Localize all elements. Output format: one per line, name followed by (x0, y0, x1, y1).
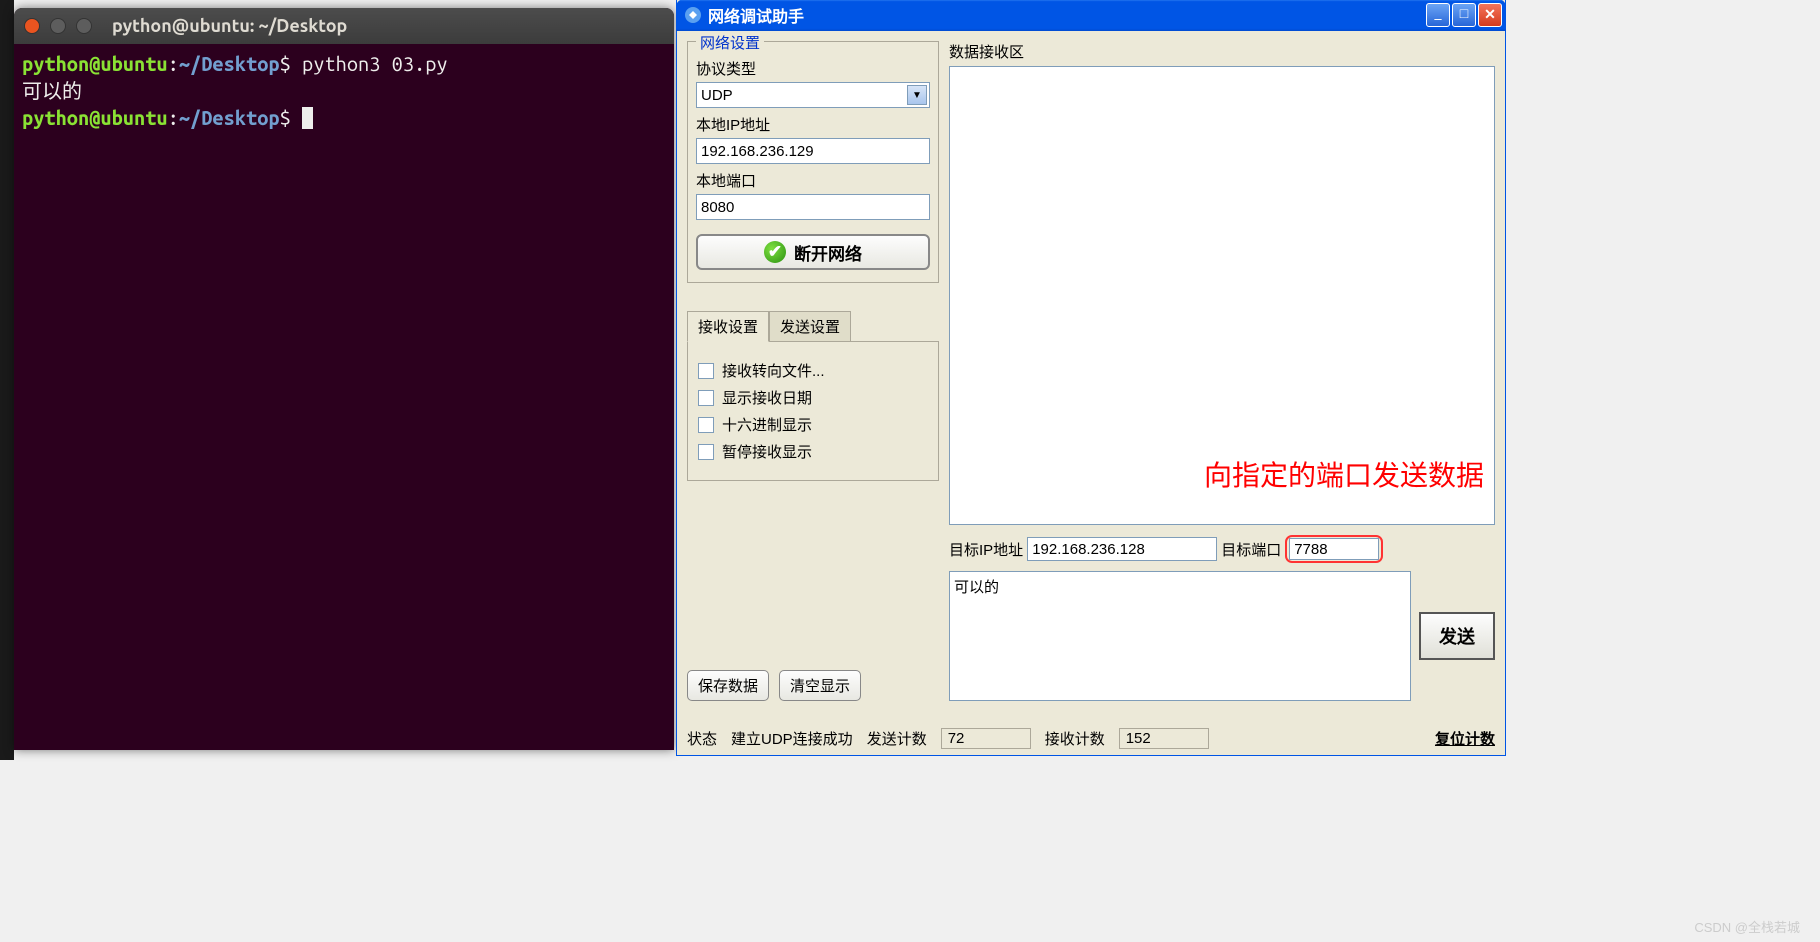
app-icon (684, 6, 702, 24)
terminal-title: python@ubuntu: ~/Desktop (112, 16, 347, 36)
command-text: python3 03.py (291, 52, 448, 75)
annotation-text: 向指定的端口发送数据 (1204, 454, 1484, 494)
target-ip-input[interactable] (1027, 537, 1217, 561)
status-bar: 状态 建立UDP连接成功 发送计数 72 接收计数 152 复位计数 (687, 728, 1495, 749)
terminal-cursor (302, 107, 313, 129)
checkbox-hex-display[interactable] (698, 417, 714, 433)
left-panel: 网络设置 协议类型 UDP ▼ 本地IP地址 本地端口 ✔ 断开网络 接收设置 … (687, 41, 939, 701)
network-settings-fieldset: 网络设置 协议类型 UDP ▼ 本地IP地址 本地端口 ✔ 断开网络 (687, 41, 939, 283)
local-port-label: 本地端口 (696, 170, 930, 191)
terminal-output: 可以的 (22, 79, 82, 102)
checkbox-show-date[interactable] (698, 390, 714, 406)
clear-display-button[interactable]: 清空显示 (779, 670, 861, 701)
local-port-input[interactable] (696, 194, 930, 220)
prompt-path: ~/Desktop (179, 52, 280, 75)
tab-receive-settings[interactable]: 接收设置 (687, 311, 769, 342)
receive-area-label: 数据接收区 (949, 41, 1495, 62)
send-textarea[interactable] (949, 571, 1411, 701)
protocol-label: 协议类型 (696, 58, 930, 79)
save-data-button[interactable]: 保存数据 (687, 670, 769, 701)
tab-send-settings[interactable]: 发送设置 (769, 311, 851, 342)
watermark: CSDN @全栈若城 (1694, 917, 1800, 936)
window-title: 网络调试助手 (708, 3, 1426, 27)
status-text: 建立UDP连接成功 (731, 728, 853, 749)
checkbox-pause-display[interactable] (698, 444, 714, 460)
target-port-label: 目标端口 (1221, 539, 1281, 560)
network-settings-legend: 网络设置 (696, 32, 764, 53)
checkbox-redirect-file[interactable] (698, 363, 714, 379)
network-debug-assistant-window: 网络调试助手 _ □ ✕ 网络设置 协议类型 UDP ▼ 本地IP地址 本地端口… (676, 0, 1506, 756)
target-ip-label: 目标IP地址 (949, 539, 1023, 560)
prompt-user: python@ubuntu (22, 52, 168, 75)
protocol-select[interactable]: UDP ▼ (696, 82, 930, 108)
local-ip-label: 本地IP地址 (696, 114, 930, 135)
receive-settings-panel: 接收转向文件... 显示接收日期 十六进制显示 暂停接收显示 (687, 341, 939, 481)
send-count-label: 发送计数 (867, 728, 927, 749)
receive-area[interactable]: 向指定的端口发送数据 (949, 66, 1495, 525)
terminal-maximize-icon[interactable] (76, 18, 92, 34)
chevron-down-icon: ▼ (907, 85, 927, 105)
check-icon: ✔ (764, 241, 786, 263)
right-panel: 数据接收区 向指定的端口发送数据 目标IP地址 目标端口 发送 (949, 41, 1495, 701)
terminal-titlebar: python@ubuntu: ~/Desktop (14, 8, 674, 44)
close-button[interactable]: ✕ (1478, 3, 1502, 27)
terminal-body[interactable]: python@ubuntu:~/Desktop$ python3 03.py 可… (14, 44, 674, 137)
terminal-minimize-icon[interactable] (50, 18, 66, 34)
disconnect-button[interactable]: ✔ 断开网络 (696, 234, 930, 270)
reset-count-button[interactable]: 复位计数 (1435, 728, 1495, 749)
send-count-value: 72 (941, 728, 1031, 749)
maximize-button[interactable]: □ (1452, 3, 1476, 27)
status-label: 状态 (687, 728, 717, 749)
left-edge-sliver (0, 0, 14, 760)
settings-tabs: 接收设置 发送设置 (687, 311, 939, 342)
xp-titlebar: 网络调试助手 _ □ ✕ (676, 0, 1506, 31)
terminal-window: python@ubuntu: ~/Desktop python@ubuntu:~… (14, 8, 674, 750)
recv-count-label: 接收计数 (1045, 728, 1105, 749)
recv-count-value: 152 (1119, 728, 1209, 749)
minimize-button[interactable]: _ (1426, 3, 1450, 27)
target-port-highlight (1285, 535, 1383, 563)
send-button[interactable]: 发送 (1419, 612, 1495, 660)
local-ip-input[interactable] (696, 138, 930, 164)
target-port-input[interactable] (1289, 538, 1379, 560)
terminal-close-icon[interactable] (24, 18, 40, 34)
